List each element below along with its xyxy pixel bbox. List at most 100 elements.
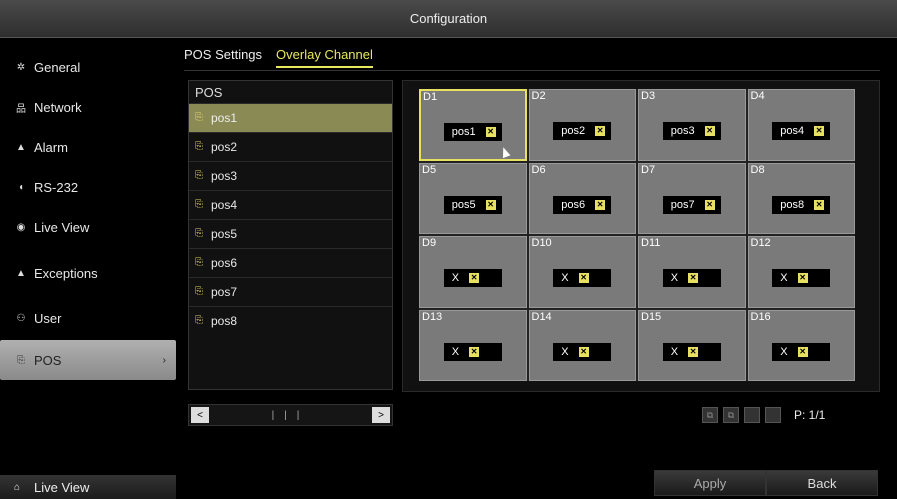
pos-overlay-chip[interactable]: X ✕ <box>553 269 612 287</box>
pos-overlay-chip[interactable]: X ✕ <box>772 342 831 361</box>
back-button[interactable]: Back <box>766 470 878 496</box>
channel-cell[interactable]: D10 X ✕ <box>528 236 636 308</box>
channel-cell[interactable]: D4 pos4 ✕ <box>747 89 855 161</box>
first-page-icon[interactable]: ⧉ <box>702 407 718 423</box>
remove-icon[interactable]: ✕ <box>688 273 699 283</box>
chip-label: X <box>780 272 788 284</box>
list-item-label: pos4 <box>211 198 238 212</box>
chip-label: pos2 <box>561 125 586 137</box>
mouse-cursor-icon <box>499 145 511 159</box>
remove-icon[interactable]: ✕ <box>469 346 480 357</box>
pos-icon: ⎘ <box>195 315 203 326</box>
list-item[interactable]: ⎘ pos1 <box>189 103 392 132</box>
pos-overlay-chip[interactable]: pos5 ✕ <box>443 195 502 214</box>
pos-overlay-chip[interactable]: pos8 ✕ <box>772 195 831 214</box>
sidebar-item-alarm[interactable]: ▲ Alarm <box>0 127 176 167</box>
list-item[interactable]: ⎘ pos8 <box>189 306 392 335</box>
sidebar-item-label: POS <box>34 352 62 368</box>
apply-button[interactable]: Apply <box>654 470 766 496</box>
chip-label: pos1 <box>451 126 476 138</box>
pos-overlay-chip[interactable]: pos2 ✕ <box>553 122 612 140</box>
remove-icon[interactable]: ✕ <box>814 126 825 136</box>
pos-overlay-chip[interactable]: X ✕ <box>662 342 721 361</box>
list-item-label: pos5 <box>211 227 238 241</box>
channel-grid-panel: D1 pos1 ✕ D2 pos2 ✕ D3 pos3 ✕ D4 pos4 ✕ D5 pos5 ✕ D6 pos… <box>402 80 880 392</box>
scroll-right-button[interactable]: > <box>371 407 390 423</box>
chip-label: X <box>670 272 679 284</box>
horizontal-scrollbar[interactable]: < ||| > <box>188 404 393 426</box>
tab-overlay-channel[interactable]: Overlay Channel <box>276 44 373 68</box>
channel-cell[interactable]: D3 pos3 ✕ <box>638 89 746 161</box>
channel-cell[interactable]: D13 X ✕ <box>419 309 527 381</box>
channel-cell[interactable]: D16 X ✕ <box>747 309 855 381</box>
channel-cell[interactable]: D12 X ✕ <box>747 236 855 308</box>
channel-cell[interactable]: D6 pos6 ✕ <box>528 162 636 234</box>
channel-cell[interactable]: D2 pos2 ✕ <box>528 89 636 161</box>
remove-icon[interactable]: ✕ <box>578 273 589 283</box>
tab-pos-settings[interactable]: POS Settings <box>184 44 262 68</box>
sidebar-item-general[interactable]: ✲ General <box>0 47 176 87</box>
pos-overlay-chip[interactable]: pos3 ✕ <box>662 122 721 140</box>
remove-icon[interactable]: ✕ <box>797 346 808 357</box>
channel-cell[interactable]: D7 pos7 ✕ <box>638 162 746 234</box>
sidebar-item-user[interactable]: ⚇ User <box>0 298 176 338</box>
home-icon: ⌂ <box>14 481 21 493</box>
remove-icon[interactable]: ✕ <box>485 199 496 210</box>
remove-icon[interactable]: ✕ <box>704 126 715 136</box>
list-item-label: pos7 <box>211 285 238 299</box>
channel-cell[interactable]: D14 X ✕ <box>528 309 636 381</box>
remove-icon[interactable]: ✕ <box>485 127 496 137</box>
remove-icon[interactable]: ✕ <box>688 346 699 357</box>
list-item[interactable]: ⎘ pos3 <box>189 161 392 190</box>
last-page-icon[interactable] <box>765 407 781 423</box>
sidebar-item-network[interactable]: 品 Network <box>0 87 176 127</box>
scroll-left-button[interactable]: < <box>191 407 209 423</box>
remove-icon[interactable]: ✕ <box>814 199 825 210</box>
page-indicator: P: 1/1 <box>794 408 826 422</box>
list-item[interactable]: ⎘ pos7 <box>189 277 392 306</box>
channel-cell[interactable]: D8 pos8 ✕ <box>747 162 855 234</box>
list-item-label: pos1 <box>211 111 238 125</box>
window-title-bar: Configuration <box>0 0 897 38</box>
list-item[interactable]: ⎘ pos4 <box>189 190 392 219</box>
sidebar-live-view-button[interactable]: ⌂ Live View <box>0 475 176 499</box>
pos-overlay-chip[interactable]: X ✕ <box>662 269 721 287</box>
sidebar-item-rs-232[interactable]: ◖ RS-232 <box>0 167 176 207</box>
channel-cell[interactable]: D1 pos1 ✕ <box>419 89 527 161</box>
scroll-thumb[interactable]: ||| <box>272 410 310 421</box>
next-page-icon[interactable] <box>744 407 760 423</box>
pos-overlay-chip[interactable]: X ✕ <box>443 269 502 287</box>
sidebar-item-label: General <box>34 59 81 75</box>
remove-icon[interactable]: ✕ <box>595 199 606 210</box>
pos-icon: ⎘ <box>17 354 25 366</box>
channel-cell[interactable]: D11 X ✕ <box>638 236 746 308</box>
channel-cell[interactable]: D5 pos5 ✕ <box>419 162 527 234</box>
pos-overlay-chip[interactable]: pos7 ✕ <box>662 195 721 214</box>
list-item-label: pos6 <box>211 256 238 270</box>
pos-overlay-chip[interactable]: X ✕ <box>553 342 612 361</box>
channel-cell[interactable]: D9 X ✕ <box>419 236 527 308</box>
pos-overlay-chip[interactable]: pos1 ✕ <box>443 123 502 141</box>
pos-overlay-chip[interactable]: pos6 ✕ <box>553 195 612 214</box>
pos-overlay-chip[interactable]: X ✕ <box>443 342 502 361</box>
pos-overlay-chip[interactable]: pos4 ✕ <box>772 122 831 140</box>
prev-page-icon[interactable]: ⧉ <box>723 407 739 423</box>
sidebar-item-live-view[interactable]: ◉ Live View <box>0 207 176 247</box>
channel-cell[interactable]: D15 X ✕ <box>638 309 746 381</box>
list-item[interactable]: ⎘ pos6 <box>189 248 392 277</box>
sidebar-item-label: Alarm <box>34 139 68 155</box>
sidebar-item-exceptions[interactable]: ▲ Exceptions <box>0 253 176 293</box>
remove-icon[interactable]: ✕ <box>595 126 606 136</box>
remove-icon[interactable]: ✕ <box>797 273 808 283</box>
warning-icon: ▲ <box>16 267 26 279</box>
sidebar-item-label: Exceptions <box>34 265 98 281</box>
remove-icon[interactable]: ✕ <box>704 199 715 210</box>
pos-overlay-chip[interactable]: X ✕ <box>772 269 831 287</box>
user-icon: ⚇ <box>16 312 26 324</box>
remove-icon[interactable]: ✕ <box>469 273 480 283</box>
list-item[interactable]: ⎘ pos2 <box>189 132 392 161</box>
list-item[interactable]: ⎘ pos5 <box>189 219 392 248</box>
remove-icon[interactable]: ✕ <box>578 346 589 357</box>
sidebar-item-pos[interactable]: ⎘ POS › <box>0 340 176 380</box>
chip-label: X <box>561 345 569 358</box>
